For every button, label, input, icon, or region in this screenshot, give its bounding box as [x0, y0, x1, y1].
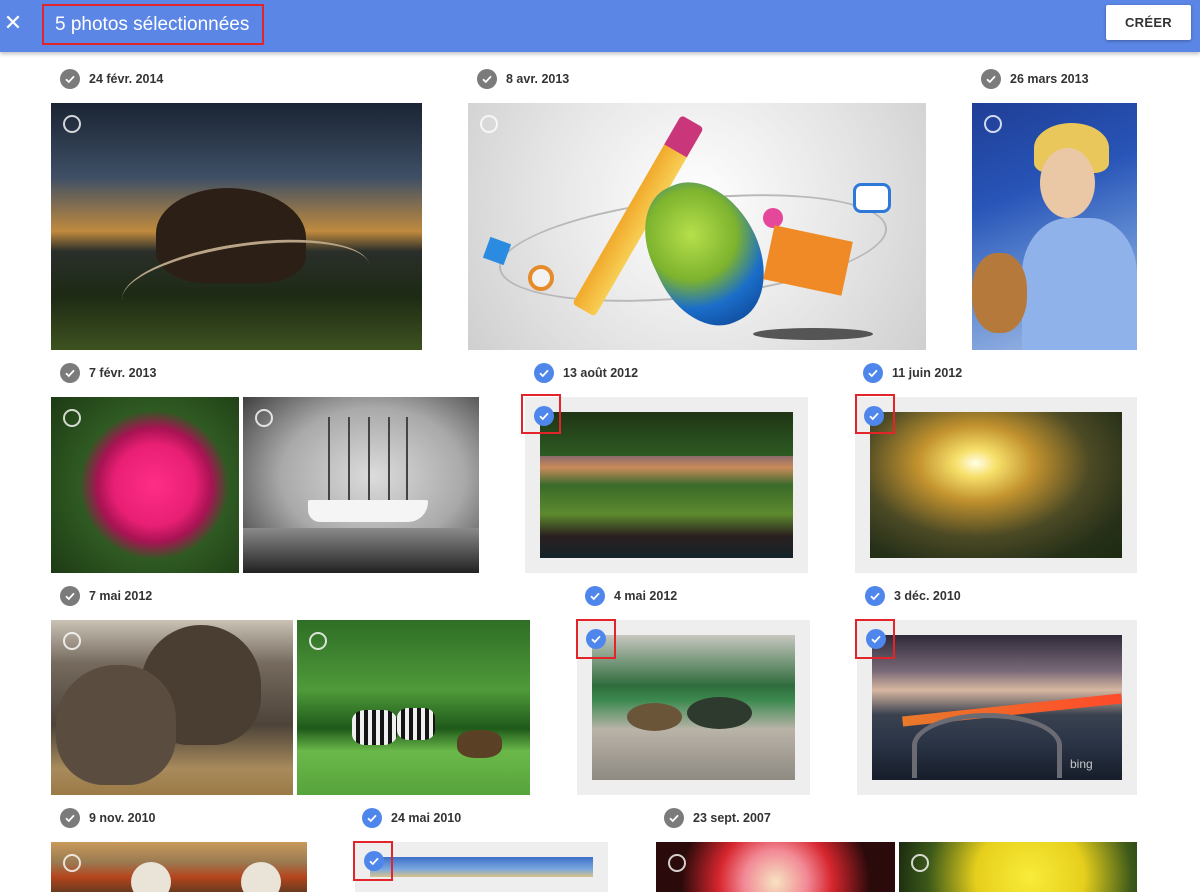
select-date-group-checkbox[interactable]	[60, 69, 80, 89]
date-group-header[interactable]: 7 mai 2012	[60, 586, 152, 606]
photo-thumbnail[interactable]	[51, 620, 293, 795]
photo-selected-check-icon[interactable]	[864, 406, 884, 426]
photo-select-checkbox[interactable]	[63, 632, 81, 650]
photo-thumbnail[interactable]	[51, 397, 239, 573]
date-group-header[interactable]: 3 déc. 2010	[865, 586, 961, 606]
select-date-group-checkbox[interactable]	[585, 586, 605, 606]
photo-selected-check-icon[interactable]	[534, 406, 554, 426]
ducks-image	[592, 635, 795, 780]
date-label: 7 févr. 2013	[89, 366, 157, 380]
date-group-header[interactable]: 26 mars 2013	[981, 69, 1089, 89]
date-label: 3 déc. 2010	[894, 589, 961, 603]
selection-toolbar: ✕ 5 photos sélectionnées CRÉER	[0, 0, 1200, 52]
photo-thumbnail-selected[interactable]: bing	[857, 620, 1137, 795]
select-date-group-checkbox[interactable]	[60, 586, 80, 606]
zebras-image	[297, 620, 530, 795]
select-date-group-checkbox[interactable]	[534, 363, 554, 383]
photo-select-checkbox[interactable]	[984, 115, 1002, 133]
photo-thumbnail-selected[interactable]	[577, 620, 810, 795]
elephants-image	[51, 620, 293, 795]
date-label: 7 mai 2012	[89, 589, 153, 603]
date-label: 24 févr. 2014	[89, 72, 164, 86]
date-label: 4 mai 2012	[614, 589, 678, 603]
photo-thumbnail-selected[interactable]	[855, 397, 1137, 573]
photo-select-checkbox[interactable]	[911, 854, 929, 872]
date-group-header[interactable]: 4 mai 2012	[585, 586, 677, 606]
date-label: 24 mai 2010	[391, 811, 462, 825]
coastal-bridge-image: bing	[872, 635, 1122, 780]
photo-select-checkbox[interactable]	[309, 632, 327, 650]
photo-select-checkbox[interactable]	[63, 115, 81, 133]
select-date-group-checkbox[interactable]	[362, 808, 382, 828]
sailing-ship-image	[243, 397, 479, 573]
date-group-header[interactable]: 24 févr. 2014	[60, 69, 163, 89]
date-label: 11 juin 2012	[892, 366, 963, 380]
select-date-group-checkbox[interactable]	[477, 69, 497, 89]
date-label: 23 sept. 2007	[693, 811, 771, 825]
photo-select-checkbox[interactable]	[480, 115, 498, 133]
photo-thumbnail[interactable]	[51, 842, 307, 892]
child-painting-image	[972, 103, 1137, 350]
select-date-group-checkbox[interactable]	[60, 808, 80, 828]
date-group-header[interactable]: 9 nov. 2010	[60, 808, 155, 828]
boobies-image	[51, 842, 307, 892]
selection-count-title: 5 photos sélectionnées	[42, 4, 264, 45]
photo-thumbnail[interactable]	[297, 620, 530, 795]
park-sunset-image	[540, 412, 793, 558]
photo-thumbnail[interactable]	[51, 103, 422, 350]
date-group-header[interactable]: 23 sept. 2007	[664, 808, 771, 828]
select-date-group-checkbox[interactable]	[981, 69, 1001, 89]
photo-thumbnail-selected[interactable]	[525, 397, 808, 573]
photo-thumbnail[interactable]	[468, 103, 926, 350]
yellow-flower-image	[899, 842, 1137, 892]
select-date-group-checkbox[interactable]	[60, 363, 80, 383]
photo-select-checkbox[interactable]	[63, 854, 81, 872]
pencil-mouse-clipart-image	[468, 103, 926, 350]
sunburst-field-image	[870, 412, 1122, 558]
elephant-sunset-image	[51, 103, 422, 350]
select-date-group-checkbox[interactable]	[863, 363, 883, 383]
close-icon[interactable]: ✕	[2, 10, 24, 36]
create-button[interactable]: CRÉER	[1106, 5, 1191, 40]
date-label: 9 nov. 2010	[89, 811, 156, 825]
photo-thumbnail[interactable]	[243, 397, 479, 573]
photo-select-checkbox[interactable]	[668, 854, 686, 872]
photo-selected-check-icon[interactable]	[364, 851, 384, 871]
bing-watermark: bing	[1070, 757, 1093, 771]
date-group-header[interactable]: 7 févr. 2013	[60, 363, 156, 383]
photo-thumbnail[interactable]	[972, 103, 1137, 350]
photo-select-checkbox[interactable]	[255, 409, 273, 427]
photo-selected-check-icon[interactable]	[586, 629, 606, 649]
date-label: 13 août 2012	[563, 366, 639, 380]
select-date-group-checkbox[interactable]	[664, 808, 684, 828]
photo-thumbnail[interactable]	[899, 842, 1137, 892]
date-group-header[interactable]: 13 août 2012	[534, 363, 638, 383]
photo-select-checkbox[interactable]	[63, 409, 81, 427]
select-date-group-checkbox[interactable]	[865, 586, 885, 606]
date-group-header[interactable]: 11 juin 2012	[863, 363, 962, 383]
date-group-header[interactable]: 24 mai 2010	[362, 808, 461, 828]
date-label: 26 mars 2013	[1010, 72, 1089, 86]
date-label: 8 avr. 2013	[506, 72, 570, 86]
photo-thumbnail-selected[interactable]	[355, 842, 608, 892]
landscape-image	[370, 857, 593, 877]
photo-thumbnail[interactable]	[656, 842, 895, 892]
dahlia-image	[656, 842, 895, 892]
date-group-header[interactable]: 8 avr. 2013	[477, 69, 569, 89]
photo-selected-check-icon[interactable]	[866, 629, 886, 649]
